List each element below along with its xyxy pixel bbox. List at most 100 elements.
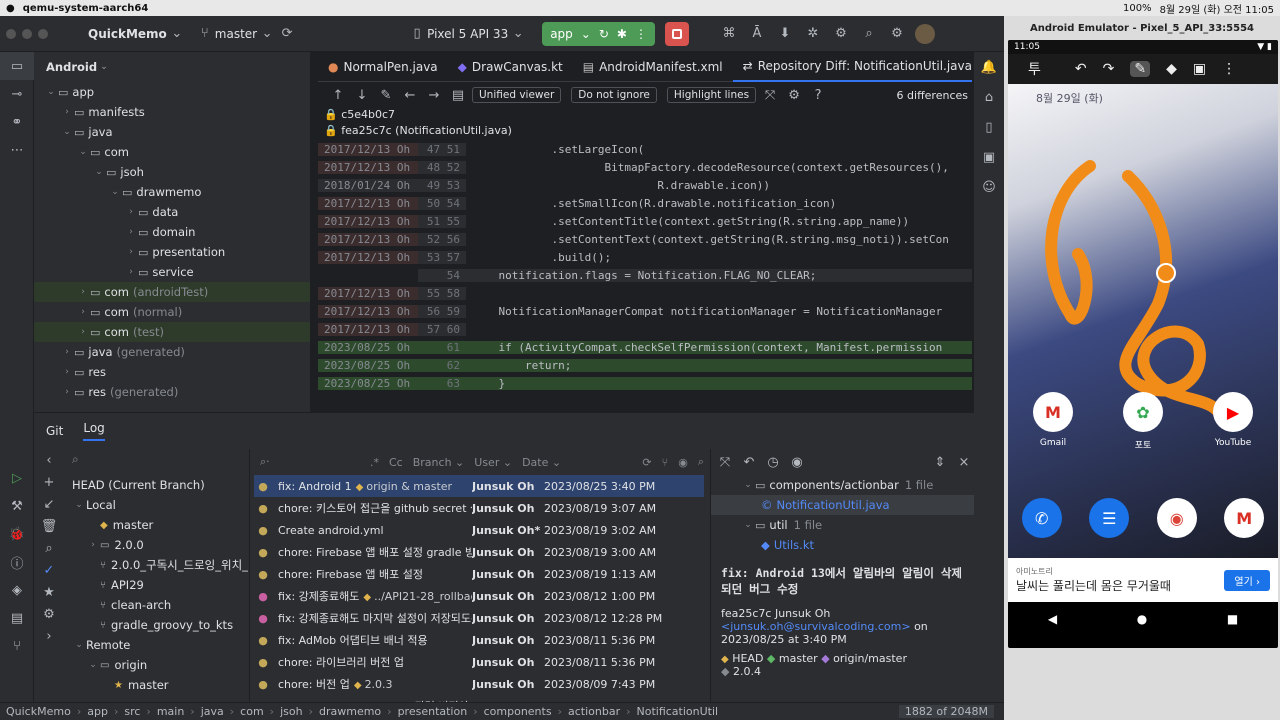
commit-row[interactable]: ● fix: AdMob 어댑티브 배너 적용 Junsuk Oh 2023/08/1… [254, 629, 704, 651]
branch-item[interactable]: ◆ master [64, 515, 249, 535]
clock[interactable]: 8월 29일 (화) 오전 11:05 [1160, 1, 1274, 16]
breadcrumb-item[interactable]: com [240, 705, 264, 718]
annotation[interactable]: 2017/12/13 Oh [318, 304, 418, 318]
breadcrumb-item[interactable]: NotificationUtil [637, 705, 719, 718]
redo-icon[interactable]: ↷ [1103, 61, 1115, 77]
diff-line[interactable]: 2017/12/13 Oh 57 60 [318, 320, 972, 338]
chevron-right-icon[interactable]: › [124, 247, 138, 257]
tree-item[interactable]: › ▭ data [34, 202, 310, 222]
merge-icon[interactable]: ⤧ [715, 455, 735, 470]
eye-icon[interactable]: ◉ [787, 455, 807, 470]
star-icon[interactable]: ★ [34, 581, 64, 603]
tree-item[interactable]: ⌄ ▭ com [34, 142, 310, 162]
services-tool-icon[interactable]: ◈ [0, 576, 34, 604]
code-text[interactable]: BitmapFactory.decodeResource(context.get… [466, 161, 972, 174]
chevron-down-icon[interactable]: ⌄ [108, 187, 122, 197]
diff-line[interactable]: 2023/08/25 Oh 61 if (ActivityCompat.check… [318, 338, 972, 356]
breadcrumb-item[interactable]: drawmemo [319, 705, 381, 718]
diff-line[interactable]: 2023/08/25 Oh 62 return; [318, 356, 972, 374]
diff-line[interactable]: 2017/12/13 Oh 55 58 [318, 284, 972, 302]
chevron-down-icon[interactable]: ⌄ [60, 127, 74, 137]
annotation[interactable]: 2018/01/24 Oh [318, 178, 418, 192]
memory-indicator[interactable]: 1882 of 2048M [898, 705, 994, 718]
chevron-down-icon[interactable]: ⌄ [741, 480, 755, 490]
project-view-selector[interactable]: Android ⌄ [34, 52, 310, 82]
chevron-down-icon[interactable]: ⌄ [92, 167, 106, 177]
breadcrumb-item[interactable]: actionbar [568, 705, 620, 718]
device-selector[interactable]: Pixel 5 API 33 [427, 27, 508, 41]
branch-item[interactable]: ⌄ Local [64, 495, 249, 515]
breadcrumb-item[interactable]: java [201, 705, 224, 718]
commit-row[interactable]: ● chore: 라이브러리 버전 업 Junsuk Oh 2023/08/11 5:… [254, 651, 704, 673]
diff-settings-icon[interactable]: ⚙ [784, 88, 804, 103]
breadcrumb-item[interactable]: jsoh [280, 705, 303, 718]
tree-item[interactable]: › ▭ presentation [34, 242, 310, 262]
diff-line[interactable]: 2017/12/13 Oh 52 56 .setContentText(conte… [318, 230, 972, 248]
project-selector[interactable]: QuickMemo [88, 27, 167, 41]
translate-icon[interactable]: Ā [747, 26, 767, 41]
chevron-down-icon[interactable]: ⌄ [76, 147, 90, 157]
notifications-icon[interactable]: 🔔 [974, 52, 1004, 82]
breadcrumb-item[interactable]: components [484, 705, 552, 718]
ad-open-button[interactable]: 열기 › [1224, 569, 1270, 591]
settings-icon[interactable]: ⚙ [34, 603, 64, 625]
breadcrumb-item[interactable]: app [87, 705, 108, 718]
sdk-icon[interactable]: ⬇ [775, 26, 795, 41]
chevron-right-icon[interactable]: › [124, 267, 138, 277]
app-shortcut[interactable]: ☰ [1089, 498, 1130, 538]
undo-icon[interactable]: ↶ [739, 455, 759, 470]
apply-changes-icon[interactable]: ↻ [599, 27, 609, 41]
annotation[interactable]: 2023/08/25 Oh [318, 376, 418, 390]
save-icon[interactable]: ▣ [1193, 61, 1206, 77]
chevron-right-icon[interactable]: › [60, 387, 74, 397]
chevron-left-icon[interactable]: ‹ [34, 449, 64, 471]
device-manager-icon[interactable]: ⌘ [719, 26, 739, 41]
refresh-icon[interactable]: ⟳ [642, 456, 651, 469]
tree-item[interactable]: › ▭ service [34, 262, 310, 282]
search-icon[interactable]: ⌕ [859, 26, 879, 41]
tree-item[interactable]: › ▭ com (normal) [34, 302, 310, 322]
build-tool-icon[interactable]: ⚒ [0, 492, 34, 520]
diff-line[interactable]: 2017/12/13 Oh 47 51 .setLargeIcon( [318, 140, 972, 158]
commit-row[interactable]: ●fix: BillingClientWrapper 관련 비정상 종료Juns… [254, 695, 704, 703]
close-icon[interactable]: × [954, 455, 974, 470]
annotation[interactable]: 2017/12/13 Oh [318, 286, 418, 300]
code-text[interactable]: .build(); [466, 251, 972, 264]
home-wallpaper[interactable]: 8월 29일 (화) M Gmail ✿ 포토 ▶ YouTube ✆ ☰ ◉ M [1008, 84, 1278, 558]
recents-icon[interactable]: ■ [1227, 612, 1238, 626]
user-filter[interactable]: User ⌄ [474, 456, 512, 469]
more-tools-icon[interactable]: ⋯ [0, 136, 34, 164]
collapse-icon[interactable]: ⤧ [760, 88, 780, 103]
back-icon[interactable]: ◀ [1048, 612, 1057, 626]
ignore-dropdown[interactable]: Do not ignore [571, 87, 657, 103]
problems-tool-icon[interactable]: ⓘ [0, 548, 34, 576]
next-diff-icon[interactable]: ↓ [352, 88, 372, 103]
branch-item[interactable]: ⑂ 2.0.0_구독시_드로잉_위치_ [64, 555, 249, 575]
sync-icon[interactable]: ⟳ [277, 26, 297, 41]
emulator-icon[interactable]: ☺ [974, 172, 1004, 202]
chevron-right-icon[interactable]: › [76, 327, 90, 337]
annotation[interactable]: 2017/12/13 Oh [318, 214, 418, 228]
commit-row[interactable]: ● fix: 강제종료해도 마지막 설정이 저장되도록 자Junsuk Oh 202… [254, 607, 704, 629]
tool-dropdown-icon[interactable]: 투 [1028, 59, 1041, 79]
changed-file-item[interactable]: © NotificationUtil.java [711, 495, 974, 515]
stop-button[interactable] [664, 21, 689, 46]
project-tool-icon[interactable]: ▭ [0, 52, 34, 80]
settings-gear-icon[interactable]: ⚙ [887, 26, 907, 41]
branch-item[interactable]: ⑂ clean-arch [64, 595, 249, 615]
app-shortcut[interactable]: M [1224, 498, 1265, 538]
commit-row[interactable]: ● chore: 버전 업 ◆ 2.0.3 Junsuk Oh 2023/08/09 7:… [254, 673, 704, 695]
active-app-name[interactable]: qemu-system-aarch64 [23, 3, 149, 14]
app-shortcut[interactable]: M Gmail [1023, 392, 1083, 451]
more-icon[interactable]: ⋮ [635, 27, 647, 41]
tab-drawcanvas[interactable]: ◆ DrawCanvas.kt [448, 52, 573, 82]
breadcrumb-item[interactable]: QuickMemo [6, 705, 71, 718]
back-icon[interactable]: ← [400, 88, 420, 103]
annotation[interactable]: 2017/12/13 Oh [318, 160, 418, 174]
chevron-right-icon[interactable]: › [60, 107, 74, 117]
running-devices-icon[interactable]: ▣ [974, 142, 1004, 172]
tree-item[interactable]: ⌄ ▭ java [34, 122, 310, 142]
annotation[interactable]: 2017/12/13 Oh [318, 250, 418, 264]
code-text[interactable]: .setSmallIcon(R.drawable.notification_ic… [466, 197, 972, 210]
branch-filter[interactable]: Branch ⌄ [413, 456, 465, 469]
